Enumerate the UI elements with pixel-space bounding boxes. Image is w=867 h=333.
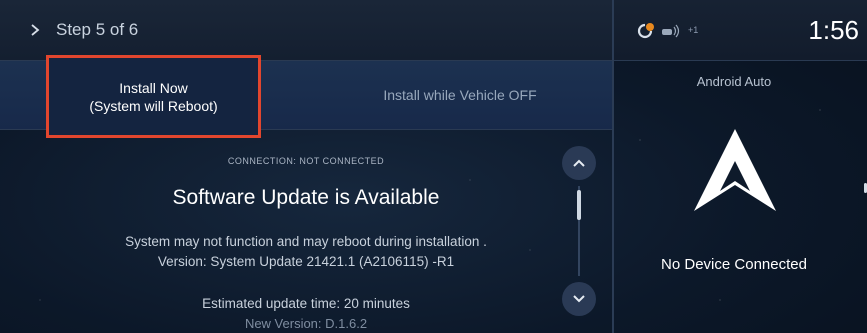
head-unit-screen: Step 5 of 6 Install Now (System will Reb… [0, 0, 867, 333]
new-version: New Version: D.1.6.2 [244, 316, 368, 331]
chevron-right-icon[interactable] [28, 23, 42, 37]
install-while-vehicle-off-button[interactable]: Install while Vehicle OFF [340, 80, 580, 110]
extra-status-count: +1 [688, 25, 699, 35]
clock: 1:56 [808, 15, 859, 45]
software-update-panel: Step 5 of 6 Install Now (System will Reb… [0, 0, 612, 333]
step-label: Step 5 of 6 [56, 20, 139, 39]
update-title: Software Update is Available [172, 186, 440, 209]
scroll-up-button[interactable] [562, 146, 596, 180]
install-while-vehicle-off-label: Install while Vehicle OFF [383, 87, 537, 103]
android-auto-logo-icon[interactable] [692, 125, 778, 215]
chevron-up-icon [573, 159, 585, 167]
step-header: Step 5 of 6 [0, 0, 612, 61]
status-bar: +1 1:56 [614, 0, 867, 61]
connection-status: CONNECTION: NOT CONNECTED [227, 156, 385, 166]
device-status: No Device Connected [661, 256, 807, 273]
version-line: Version: System Update 21421.1 (A2106115… [157, 254, 455, 269]
estimated-time: Estimated update time: 20 minutes [202, 296, 410, 311]
phone-notification-icon [637, 23, 654, 39]
scroll-down-button[interactable] [562, 282, 596, 316]
scrollbar-thumb[interactable] [577, 190, 581, 220]
description-line: System may not function and may reboot d… [125, 234, 487, 249]
vehicle-connection-icon [662, 24, 680, 38]
android-auto-panel: +1 1:56 Android Auto No Device Connected [614, 0, 867, 333]
update-details: CONNECTION: NOT CONNECTED Software Updat… [0, 130, 612, 333]
android-auto-title: Android Auto [696, 74, 772, 89]
install-now-sublabel: (System will Reboot) [89, 97, 218, 114]
chevron-down-icon [573, 295, 585, 303]
install-now-label: Install Now [119, 79, 188, 96]
update-description: System may not function and may reboot d… [0, 232, 612, 272]
install-now-button[interactable]: Install Now (System will Reboot) [46, 55, 261, 138]
